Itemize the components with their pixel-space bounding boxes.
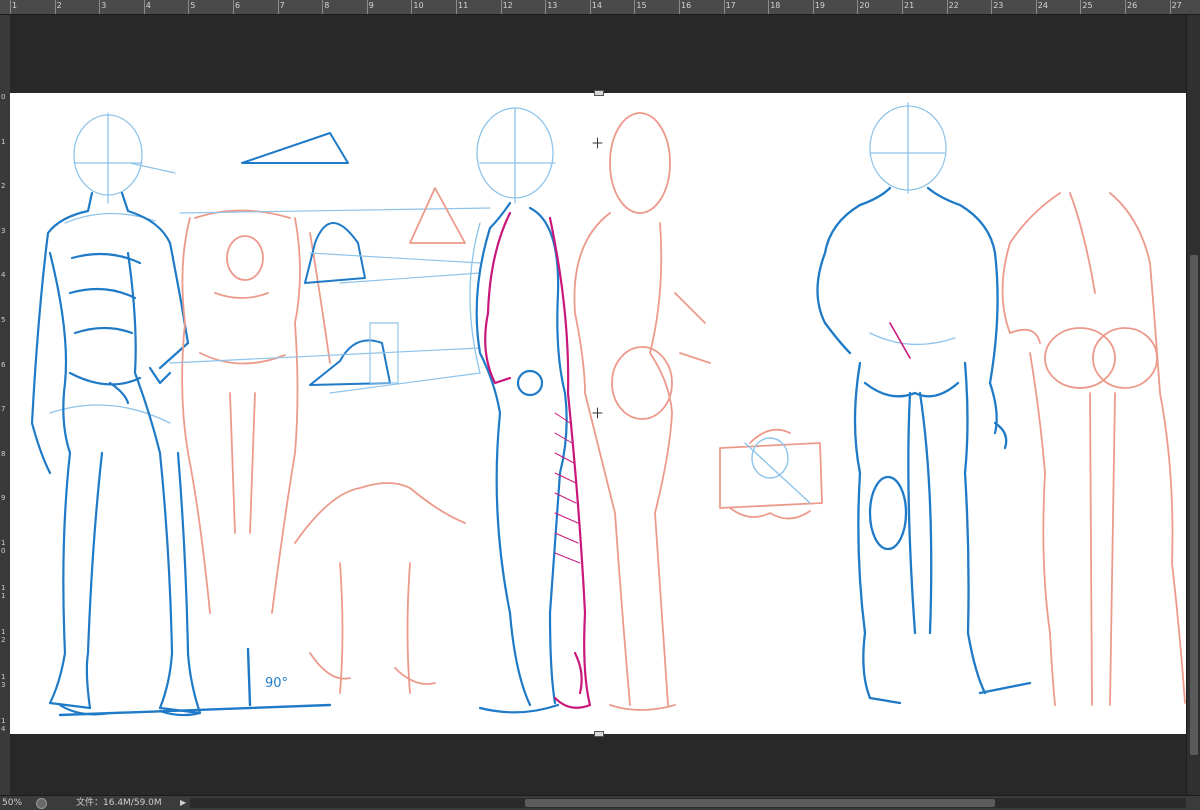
ruler-tick [902, 0, 903, 14]
ruler-tick [812, 0, 814, 14]
ruler-tick [143, 0, 145, 14]
ruler-vtick-label: 8 [1, 449, 6, 458]
ruler-vtick-label: 2 [1, 182, 6, 191]
ruler-tick [589, 0, 591, 14]
horizontal-scroll-thumb[interactable] [525, 799, 995, 807]
ruler-tick-label: 4 [145, 1, 151, 10]
ruler-tick [545, 0, 547, 14]
ruler-vtick-label: 1 4 [1, 717, 6, 734]
ruler-vtick-label: 0 [1, 93, 6, 101]
ruler-tick [500, 0, 502, 14]
ruler-vtick-label: 1 1 [1, 583, 6, 600]
ruler-tick [679, 0, 680, 14]
ruler-tick-label: 17 [725, 1, 736, 10]
ruler-tick [54, 0, 56, 14]
ruler-tick-label: 6 [235, 1, 241, 10]
ruler-tick-label: 27 [1171, 1, 1182, 10]
ruler-vtick-label: 1 0 [1, 539, 6, 555]
ruler-vtick-label: 5 [1, 316, 6, 324]
ruler-tick [723, 0, 725, 14]
ruler-vtick-label: 1 2 [1, 628, 6, 645]
ruler-tick-label: 10 [413, 1, 424, 10]
ruler-vtick-label: 7 [1, 405, 6, 414]
ruler-tick [1080, 0, 1082, 14]
ruler-tick-label: 11 [458, 1, 469, 10]
document-size-info[interactable]: 文件：16.4M/59.0M [76, 796, 162, 810]
ruler-vtick-label: 9 [1, 494, 6, 503]
ruler-tick [99, 0, 101, 14]
ruler-tick-label: 14 [591, 1, 602, 10]
document-canvas[interactable]: 90° [10, 93, 1186, 734]
ruler-vtick-label: 1 3 [1, 672, 6, 689]
ruler-tick-label: 25 [1082, 1, 1093, 10]
horizontal-scrollbar[interactable] [190, 798, 1186, 808]
ruler-tick-label: 26 [1127, 1, 1138, 10]
ruler-tick-label: 3 [101, 1, 107, 10]
ruler-tick-label: 13 [547, 1, 558, 10]
canvas-top-handle[interactable] [594, 90, 604, 96]
ruler-tick-label: 18 [770, 1, 781, 10]
ruler-vtick-label: 1 [1, 137, 6, 146]
ruler-tick-label: 16 [681, 1, 692, 10]
ruler-tick [366, 0, 368, 14]
canvas-bottom-handle[interactable] [594, 731, 604, 737]
ruler-tick [857, 0, 859, 14]
ruler-tick [233, 0, 234, 14]
ruler-tick [456, 0, 457, 14]
ruler-tick [991, 0, 993, 14]
status-bar: 50% 文件：16.4M/59.0M ▶ [0, 795, 1200, 810]
ruler-tick-label: 8 [324, 1, 330, 10]
zoom-circle-icon[interactable] [36, 798, 47, 809]
ruler-tick-label: 20 [859, 1, 870, 10]
ruler-tick-label: 9 [368, 1, 374, 10]
ruler-tick [188, 0, 190, 14]
ruler-tick-label: 24 [1037, 1, 1048, 10]
ruler-tick [634, 0, 636, 14]
status-menu-arrow-icon[interactable]: ▶ [180, 796, 186, 810]
ruler-tick-label: 12 [502, 1, 513, 10]
ruler-tick-label: 19 [814, 1, 825, 10]
ruler-top[interactable]: 1 2 3 4 5 6 7 8 9 10 11 12 13 14 15 16 17 18 19 20 21 22 23 24 2… [0, 0, 1200, 15]
ruler-tick [411, 0, 413, 14]
sketch-artwork: 90° [30, 102, 1186, 717]
ruler-tick-label: 1 [12, 1, 18, 10]
ruler-tick [322, 0, 324, 14]
ruler-tick [1125, 0, 1126, 14]
ruler-tick [1035, 0, 1037, 14]
ruler-tick-label: 21 [904, 1, 915, 10]
vertical-scroll-thumb[interactable] [1190, 255, 1198, 755]
vertical-scrollbar[interactable] [1186, 15, 1200, 795]
ruler-tick-label: 15 [636, 1, 647, 10]
ruler-tick-label: 23 [993, 1, 1004, 10]
ruler-tick [10, 0, 11, 14]
ruler-left[interactable]: 0 1 2 3 4 5 6 7 8 9 1 0 1 1 1 2 1 3 1 4 [0, 15, 10, 795]
zoom-level[interactable]: 50% [2, 796, 22, 810]
ruler-vtick-label: 3 [1, 226, 6, 235]
ruler-tick-label: 5 [190, 1, 196, 10]
ruler-tick [946, 0, 948, 14]
ruler-tick-label: 7 [279, 1, 285, 10]
ruler-tick [277, 0, 279, 14]
ruler-tick-label: 22 [948, 1, 959, 10]
ruler-vtick-label: 4 [1, 271, 6, 280]
angle-annotation: 90° [265, 676, 288, 691]
ruler-tick-label: 2 [56, 1, 62, 10]
ruler-vtick-label: 6 [1, 360, 6, 369]
ruler-tick [1169, 0, 1171, 14]
ruler-tick [768, 0, 770, 14]
